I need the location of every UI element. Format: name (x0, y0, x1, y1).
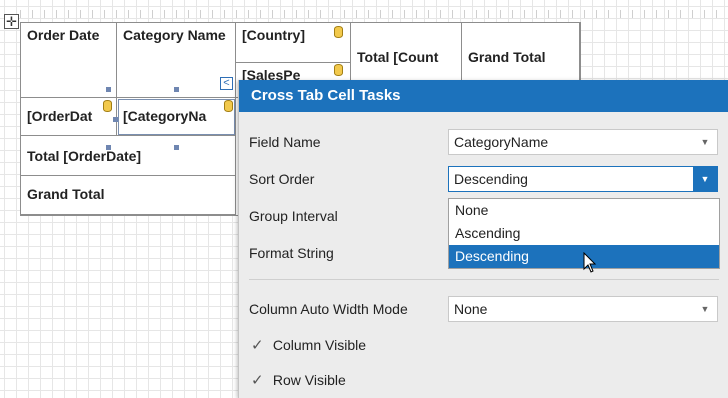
sort-option-none[interactable]: None (449, 199, 719, 222)
row-visible-checkbox[interactable]: ✓ Row Visible (251, 371, 346, 389)
smart-tag-button[interactable]: < (220, 77, 233, 90)
row-grand-total[interactable]: Grand Total (21, 176, 236, 215)
dropdown-arrow-icon[interactable]: ▼ (693, 297, 717, 321)
move-handle-icon[interactable]: ✛ (4, 14, 19, 29)
database-icon (103, 100, 112, 112)
selection-handle[interactable] (174, 87, 179, 92)
database-icon (334, 26, 343, 38)
format-string-label: Format String (249, 245, 334, 261)
checkmark-icon[interactable]: ✓ (251, 336, 269, 354)
cross-tab-cell-tasks-panel: Cross Tab Cell Tasks Field Name Category… (238, 80, 728, 398)
panel-title: Cross Tab Cell Tasks (239, 80, 728, 112)
column-auto-width-label: Column Auto Width Mode (249, 301, 408, 317)
selection-handle[interactable] (106, 87, 111, 92)
sort-order-combo[interactable]: Descending ▼ (448, 166, 718, 192)
field-name-label: Field Name (249, 134, 321, 150)
row-visible-label: Row Visible (272, 372, 346, 388)
sort-order-label: Sort Order (249, 171, 315, 187)
group-interval-label: Group Interval (249, 208, 338, 224)
header-order-date[interactable]: Order Date (21, 23, 117, 98)
selection-handle[interactable] (113, 117, 118, 122)
mouse-cursor-icon (583, 252, 597, 273)
field-name-value: CategoryName (454, 134, 549, 150)
ruler (20, 10, 728, 18)
divider (249, 279, 719, 280)
dropdown-arrow-icon[interactable]: ▼ (693, 167, 717, 191)
row-total-order-date[interactable]: Total [OrderDate] (21, 136, 236, 176)
column-auto-width-value: None (454, 301, 488, 317)
sort-option-ascending[interactable]: Ascending (449, 222, 719, 245)
database-icon (334, 64, 343, 76)
checkmark-icon[interactable]: ✓ (251, 371, 269, 389)
column-auto-width-combo[interactable]: None ▼ (448, 296, 718, 322)
selection-handle[interactable] (106, 145, 111, 150)
sort-order-value: Descending (454, 171, 528, 187)
column-visible-checkbox[interactable]: ✓ Column Visible (251, 336, 366, 354)
dropdown-arrow-icon[interactable]: ▼ (693, 130, 717, 154)
row-category-name-field[interactable]: [CategoryNa (117, 98, 236, 136)
column-visible-label: Column Visible (272, 337, 367, 353)
database-icon (224, 100, 233, 112)
field-name-combo[interactable]: CategoryName ▼ (448, 129, 718, 155)
selection-handle[interactable] (174, 145, 179, 150)
